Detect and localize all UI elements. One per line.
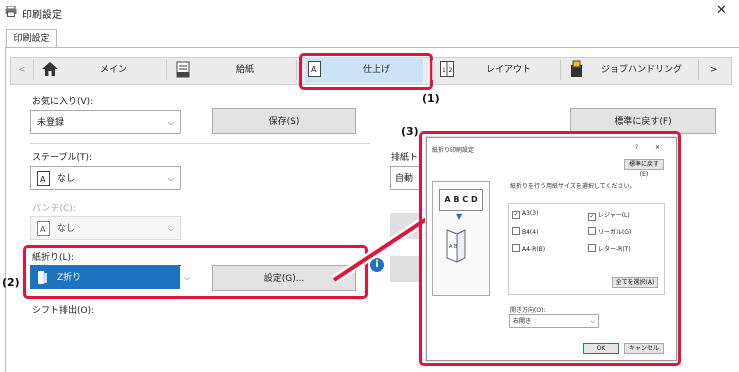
staple-label: ステープル(T):: [32, 153, 93, 163]
open-direction-value: 右開き: [513, 318, 532, 325]
chevron-down-icon: ⌵: [590, 318, 595, 325]
divider: [30, 143, 370, 144]
tab-paper[interactable]: 給紙: [236, 57, 254, 83]
punch-select: A なし ⌵: [30, 216, 181, 240]
favorites-value: 未登録: [37, 118, 65, 128]
checkbox-icon: [512, 244, 520, 252]
dialog-reset-button[interactable]: 標準に戻す(E): [624, 159, 664, 178]
checkbox-icon: ✓: [588, 213, 596, 221]
staple-select[interactable]: A なし ⌵: [30, 166, 181, 190]
checkbox-ledger[interactable]: ✓ レジャー(L): [588, 210, 630, 221]
fold-value: Z折り: [57, 273, 82, 283]
dialog-instruction: 紙折りを行う用紙サイズを選択してください。: [510, 183, 636, 190]
checkbox-icon: [512, 227, 520, 235]
layout-icon: 1 2: [440, 61, 454, 77]
checkbox-a4r[interactable]: A4-R(B): [512, 244, 545, 253]
staple-value: なし: [57, 174, 76, 184]
open-direction-select[interactable]: 右開き ⌵: [509, 314, 599, 328]
preview-sheet: A B C D: [439, 189, 483, 211]
save-button[interactable]: 保存(S): [212, 108, 356, 134]
open-direction-label: 開き方向(O):: [510, 307, 546, 314]
checkbox-letter-r[interactable]: レター-R(T): [588, 244, 631, 253]
document-icon: A: [37, 221, 50, 236]
dialog-title: 紙折り印刷設定: [432, 147, 475, 154]
nav-next-button[interactable]: >: [710, 57, 718, 83]
chevron-down-icon: ⌵: [167, 174, 174, 183]
arrow-down-icon: ▼: [456, 212, 463, 221]
chevron-down-icon: ⌵: [180, 266, 194, 290]
favorites-select[interactable]: 未登録 ⌵: [30, 110, 181, 134]
checkbox-icon: [588, 244, 596, 252]
callout-1: (1): [422, 92, 440, 105]
svg-text:2: 2: [449, 67, 453, 74]
checkbox-icon: ✓: [512, 211, 520, 219]
exit-tray-label: 排紙ト: [391, 153, 419, 163]
select-all-button[interactable]: 全てを選択(A): [612, 277, 658, 288]
favorites-label: お気に入り(V):: [32, 97, 94, 107]
tab-main[interactable]: メイン: [100, 57, 127, 83]
chevron-down-icon: ⌵: [167, 224, 174, 233]
shift-label: シフト排出(O):: [32, 306, 95, 316]
paper-tray-icon: [176, 61, 190, 78]
svg-text:A: A: [40, 225, 46, 234]
tab-job-handling[interactable]: ジョブハンドリング: [601, 57, 682, 83]
job-handling-icon: [571, 60, 582, 77]
help-icon[interactable]: ?: [635, 144, 638, 151]
z-fold-icon: [38, 271, 47, 284]
svg-text:1: 1: [442, 67, 446, 74]
tab-print-settings[interactable]: 印刷設定: [6, 29, 57, 48]
punch-label: パンチ(C):: [32, 204, 76, 214]
callout-3: (3): [401, 125, 419, 138]
fold-label: 紙折り(L):: [32, 253, 75, 263]
exit-tray-select[interactable]: 自動: [390, 166, 420, 190]
home-icon: [42, 62, 58, 76]
nav-prev-button[interactable]: <: [18, 57, 26, 83]
callout-2: (2): [2, 276, 20, 289]
printer-icon: [5, 6, 17, 17]
checkbox-a3[interactable]: ✓ A3(3): [512, 210, 538, 219]
finishing-highlight: [299, 53, 433, 90]
close-icon[interactable]: ✕: [716, 3, 727, 18]
checkbox-legal[interactable]: リーガル(G): [588, 227, 631, 236]
cancel-button[interactable]: キャンセル: [624, 343, 664, 354]
dialog-close-icon[interactable]: ✕: [655, 144, 660, 151]
window-title: 印刷設定: [22, 10, 62, 21]
svg-text:A: A: [40, 175, 46, 184]
checkbox-b4[interactable]: B4(4): [512, 227, 538, 236]
punch-value: なし: [57, 224, 76, 234]
tab-layout[interactable]: レイアウト: [486, 57, 531, 83]
document-icon: A: [37, 171, 50, 186]
folded-sheet-icon: A B: [446, 229, 466, 263]
svg-text:A B: A B: [449, 244, 458, 250]
fold-select[interactable]: Z折り ⌵: [30, 265, 194, 290]
checkbox-icon: [588, 227, 596, 235]
ok-button[interactable]: OK: [583, 343, 619, 354]
chevron-down-icon: ⌵: [167, 118, 174, 127]
